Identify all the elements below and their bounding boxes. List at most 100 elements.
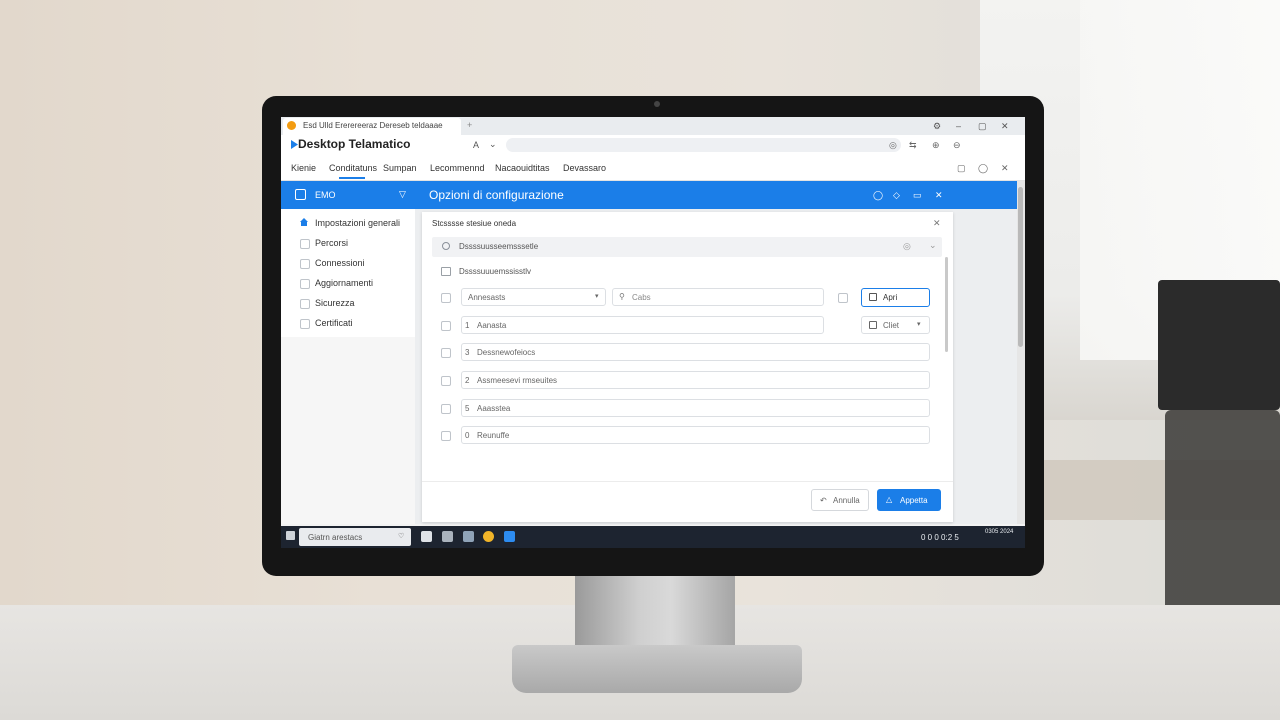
row-number: 5 bbox=[465, 404, 470, 413]
info-icon[interactable]: ◎ bbox=[903, 241, 911, 252]
open-button-label: Apri bbox=[883, 293, 898, 302]
checkbox-icon[interactable] bbox=[300, 299, 310, 309]
sidebar-item-connections[interactable]: Connessioni bbox=[315, 258, 365, 268]
background-monitor bbox=[1158, 280, 1280, 410]
radio-icon[interactable] bbox=[442, 242, 450, 250]
row-number: 0 bbox=[465, 431, 470, 440]
target-icon[interactable]: ◎ bbox=[889, 140, 897, 151]
row-text: Aanasta bbox=[477, 321, 507, 330]
taskbar-search-text: Giatrn arestacs bbox=[308, 533, 363, 542]
menu-item[interactable]: Lecommennd bbox=[430, 163, 485, 173]
file-explorer-icon[interactable] bbox=[421, 531, 432, 542]
checkbox-icon[interactable] bbox=[300, 259, 310, 269]
swap-icon[interactable]: ⇆ bbox=[909, 140, 917, 151]
chevron-down-icon[interactable]: ▾ bbox=[917, 320, 921, 328]
folder-icon bbox=[441, 267, 451, 276]
dropdown-value: Annesasts bbox=[468, 293, 506, 302]
menu-item[interactable]: Devassaro bbox=[563, 163, 606, 173]
account-icon[interactable]: A bbox=[473, 140, 479, 150]
menu-item[interactable]: Nacaouidtitas bbox=[495, 163, 550, 173]
warning-icon bbox=[287, 121, 296, 130]
system-tray-clock[interactable]: 0 0 0 0:2 5 bbox=[921, 533, 959, 542]
warning-icon: △ bbox=[886, 495, 893, 504]
sidebar-item-certificates[interactable]: Certificati bbox=[315, 318, 353, 328]
telematico-icon[interactable] bbox=[504, 531, 515, 542]
browser-tab-title: Esd Ulld Ererereeraz Dereseb teldaaae bbox=[303, 121, 443, 130]
new-tab-button[interactable]: + bbox=[467, 120, 472, 130]
settings-panel bbox=[422, 212, 953, 522]
row-checkbox[interactable] bbox=[441, 348, 451, 358]
checkbox-icon[interactable] bbox=[300, 279, 310, 289]
app-title: Desktop Telamatico bbox=[298, 137, 411, 151]
checkbox-icon[interactable] bbox=[300, 239, 310, 249]
table-row[interactable] bbox=[461, 426, 930, 444]
minimize-icon[interactable]: ▭ bbox=[913, 190, 922, 201]
restore-icon[interactable]: ▢ bbox=[957, 163, 966, 174]
app-icon[interactable] bbox=[463, 531, 474, 542]
window-icon bbox=[295, 189, 306, 200]
pin-icon[interactable]: ◇ bbox=[893, 190, 900, 201]
panel-title: Stcsssse stesiue oneda bbox=[432, 219, 517, 228]
address-bar[interactable] bbox=[506, 138, 901, 152]
app-icon[interactable] bbox=[442, 531, 453, 542]
menu-item[interactable]: Sumpan bbox=[383, 163, 417, 173]
close-icon[interactable]: ✕ bbox=[933, 218, 941, 229]
close-icon[interactable]: ✕ bbox=[935, 190, 943, 201]
row-number: 3 bbox=[465, 348, 470, 357]
browser-icon[interactable] bbox=[483, 531, 494, 542]
checkbox-icon[interactable] bbox=[300, 319, 310, 329]
window-scrollbar-thumb[interactable] bbox=[1018, 187, 1023, 347]
chevron-down-icon: ♡ bbox=[398, 533, 405, 540]
sidebar-item-updates[interactable]: Aggiornamenti bbox=[315, 278, 373, 288]
menu-item[interactable]: Kienie bbox=[291, 163, 316, 173]
refresh-icon[interactable]: ◯ bbox=[873, 190, 883, 201]
client-button-label: Cliet bbox=[883, 321, 900, 330]
row-text: Dessnewofeiocs bbox=[477, 348, 536, 357]
menu-item-active[interactable]: Conditatuns bbox=[329, 163, 377, 173]
chevron-down-icon[interactable]: ▾ bbox=[595, 292, 599, 300]
select-all-checkbox[interactable] bbox=[441, 293, 451, 303]
home-icon bbox=[300, 218, 308, 226]
panel-scrollbar[interactable] bbox=[945, 257, 948, 352]
footer-divider bbox=[422, 481, 953, 482]
close-icon[interactable]: ✕ bbox=[1001, 163, 1009, 174]
settings-icon[interactable]: ⚙ bbox=[933, 121, 941, 132]
row-checkbox[interactable] bbox=[441, 431, 451, 441]
row-checkbox[interactable] bbox=[441, 404, 451, 414]
sidebar-item-security[interactable]: Sicurezza bbox=[315, 298, 355, 308]
undo-icon: ↶ bbox=[820, 496, 827, 505]
sidebar-item-paths[interactable]: Percorsi bbox=[315, 238, 348, 248]
search-icon: ⚲ bbox=[619, 292, 625, 301]
cancel-button-label: Annulla bbox=[833, 496, 860, 505]
row-number: 2 bbox=[465, 376, 470, 385]
sidebar-item-general[interactable]: Impostazioni generali bbox=[315, 218, 400, 228]
row-number: 1 bbox=[465, 321, 470, 330]
option-checkbox[interactable] bbox=[838, 293, 848, 303]
config-title: Opzioni di configurazione bbox=[429, 188, 564, 202]
table-row[interactable] bbox=[461, 316, 824, 334]
header-left-label[interactable]: EMO bbox=[315, 190, 336, 200]
webcam bbox=[654, 101, 660, 107]
config-header bbox=[281, 181, 1017, 209]
row-checkbox[interactable] bbox=[441, 321, 451, 331]
filter-icon[interactable]: ▽ bbox=[399, 189, 406, 200]
chevron-down-icon[interactable]: ⌄ bbox=[489, 139, 497, 150]
minimize-button[interactable]: – bbox=[956, 121, 961, 131]
maximize-button[interactable]: ▢ bbox=[978, 121, 987, 132]
table-row[interactable] bbox=[461, 399, 930, 417]
document-icon bbox=[869, 293, 877, 301]
zoom-in-icon[interactable]: ⊕ bbox=[932, 140, 940, 151]
monitor-base bbox=[512, 645, 802, 693]
row-text: Aaasstea bbox=[477, 404, 511, 413]
close-button[interactable]: ✕ bbox=[1001, 121, 1009, 132]
row-checkbox[interactable] bbox=[441, 376, 451, 386]
row-text: Assmeesevi rmseuites bbox=[477, 376, 558, 385]
row-text: Reunuffe bbox=[477, 431, 510, 440]
zoom-out-icon[interactable]: ⊖ bbox=[953, 140, 961, 151]
circle-icon[interactable]: ◯ bbox=[978, 163, 988, 174]
system-tray-date: 0305 2024 bbox=[985, 529, 1014, 535]
chevron-down-icon[interactable]: ⌄ bbox=[929, 240, 937, 251]
start-icon[interactable] bbox=[286, 531, 295, 540]
apply-button-label: Appetta bbox=[900, 496, 928, 505]
search-placeholder: Cabs bbox=[632, 293, 651, 302]
